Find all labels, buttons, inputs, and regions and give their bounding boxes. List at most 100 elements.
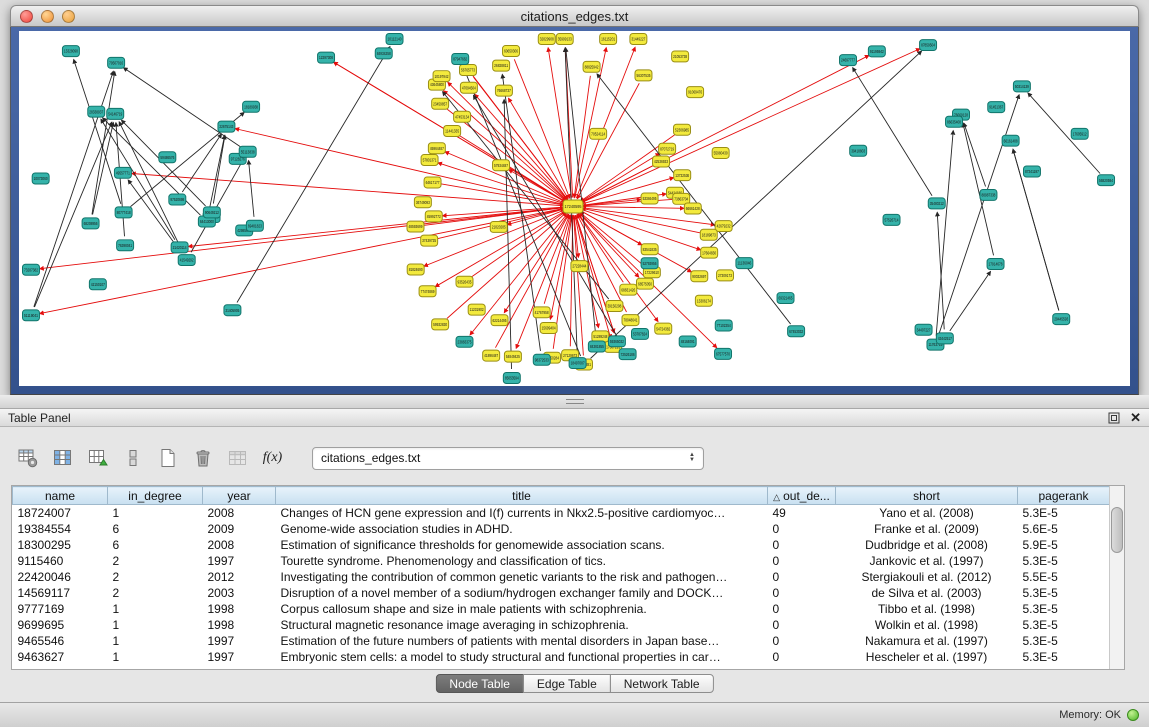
- cell-title: Genome-wide association studies in ADHD.: [276, 521, 768, 537]
- tab-network-table[interactable]: Network Table: [610, 674, 714, 693]
- cell-in_degree: 1: [108, 601, 203, 617]
- cell-pagerank: 5.3E-5: [1018, 633, 1110, 649]
- scrollbar-thumb[interactable]: [1111, 507, 1123, 553]
- cell-in_degree: 2: [108, 569, 203, 585]
- cell-year: 1998: [203, 617, 276, 633]
- memory-status-indicator[interactable]: [1127, 709, 1139, 721]
- zoom-window-button[interactable]: [62, 10, 75, 23]
- svg-text:42679232: 42679232: [717, 224, 731, 229]
- svg-text:18189938: 18189938: [244, 104, 258, 109]
- table-tabs: Node TableEdge TableNetwork Table: [435, 674, 713, 693]
- edit-columns-icon[interactable]: [84, 445, 111, 472]
- svg-text:57801371: 57801371: [423, 158, 437, 163]
- svg-text:86635408: 86635408: [947, 119, 961, 124]
- svg-text:21820285: 21820285: [492, 225, 506, 230]
- function-builder-icon[interactable]: f(x): [259, 445, 286, 472]
- cell-out_de: 0: [768, 601, 836, 617]
- cell-in_degree: 1: [108, 649, 203, 665]
- table-row[interactable]: 1938455462009Genome-wide association stu…: [13, 521, 1110, 537]
- cell-name: 18724007: [13, 505, 108, 521]
- column-icon[interactable]: [119, 445, 146, 472]
- svg-text:11231902: 11231902: [470, 307, 484, 312]
- table-row[interactable]: 969969511998Structural magnetic resonanc…: [13, 617, 1110, 633]
- table-vertical-scrollbar[interactable]: [1109, 486, 1124, 669]
- show-columns-icon[interactable]: [49, 445, 76, 472]
- citation-network-graph: 6221449511231902599328309352643577474869…: [19, 31, 1130, 386]
- svg-text:72526186: 72526186: [621, 352, 635, 357]
- import-table-icon[interactable]: [224, 445, 251, 472]
- svg-text:21420114: 21420114: [173, 245, 187, 250]
- table-row[interactable]: 1872400712008Changes of HCN gene express…: [13, 505, 1110, 521]
- table-row[interactable]: 911546021997Tourette syndrome. Phenomeno…: [13, 553, 1110, 569]
- column-label: name: [45, 489, 75, 503]
- tab-edge-table[interactable]: Edge Table: [523, 674, 611, 693]
- cell-short: Wolkin et al. (1998): [836, 617, 1018, 633]
- table-selector-dropdown[interactable]: citations_edges.txt: [312, 447, 704, 470]
- column-header-pagerank[interactable]: pagerank: [1018, 487, 1110, 505]
- cell-name: 9115460: [13, 553, 108, 569]
- float-panel-icon[interactable]: [1108, 412, 1120, 424]
- column-label: pagerank: [1038, 489, 1088, 503]
- cell-year: 2008: [203, 505, 276, 521]
- table-panel-header: Table Panel: [0, 409, 1149, 427]
- svg-text:67453032: 67453032: [789, 329, 803, 334]
- svg-text:91069476: 91069476: [688, 90, 702, 95]
- cell-out_de: 0: [768, 553, 836, 569]
- minimize-window-button[interactable]: [41, 10, 54, 23]
- window-titlebar[interactable]: citations_edges.txt: [10, 5, 1139, 27]
- svg-text:37439725: 37439725: [422, 238, 436, 243]
- table-row[interactable]: 1456911722003Disruption of a novel membe…: [13, 585, 1110, 601]
- cell-out_de: 0: [768, 569, 836, 585]
- svg-text:67577570: 67577570: [716, 351, 730, 356]
- tab-node-table[interactable]: Node Table: [435, 674, 524, 693]
- column-header-out_de[interactable]: △out_de...: [768, 487, 836, 505]
- cell-title: Estimation of the future numbers of pati…: [276, 633, 768, 649]
- status-bar: Memory: OK: [0, 702, 1149, 727]
- cell-short: Nakamura et al. (1997): [836, 633, 1018, 649]
- panel-splitter[interactable]: [0, 395, 1149, 409]
- svg-text:43645800: 43645800: [430, 82, 444, 87]
- table-mode-icon[interactable]: [14, 445, 41, 472]
- table-row[interactable]: 2242004622012Investigating the contribut…: [13, 569, 1110, 585]
- svg-text:73287382: 73287382: [24, 267, 38, 272]
- svg-text:17240595: 17240595: [565, 204, 582, 209]
- cell-name: 19384554: [13, 521, 108, 537]
- delete-table-icon[interactable]: [189, 445, 216, 472]
- cell-short: Jankovic et al. (1997): [836, 553, 1018, 569]
- svg-text:52306985: 52306985: [675, 127, 689, 132]
- cell-title: Embryonic stem cells: a model to study s…: [276, 649, 768, 665]
- column-header-title[interactable]: title: [276, 487, 768, 505]
- network-canvas[interactable]: 6221449511231902599328309352643577474869…: [19, 31, 1130, 386]
- splitter-grip-icon: [566, 399, 584, 404]
- svg-text:17914678: 17914678: [989, 262, 1003, 267]
- column-header-in_degree[interactable]: in_degree: [108, 487, 203, 505]
- cell-short: Hescheler et al. (1997): [836, 649, 1018, 665]
- cell-title: Estimation of significance thresholds fo…: [276, 537, 768, 553]
- svg-text:28338937: 28338937: [89, 109, 103, 114]
- column-header-name[interactable]: name: [13, 487, 108, 505]
- cell-out_de: 0: [768, 521, 836, 537]
- svg-text:81824690: 81824690: [409, 267, 423, 272]
- new-table-icon[interactable]: [154, 445, 181, 472]
- svg-text:41896487: 41896487: [484, 353, 498, 358]
- svg-text:90032697: 90032697: [692, 274, 706, 279]
- svg-text:47094504: 47094504: [462, 85, 476, 90]
- table-row[interactable]: 946554611997Estimation of the future num…: [13, 633, 1110, 649]
- table-row[interactable]: 1830029562008Estimation of significance …: [13, 537, 1110, 553]
- close-panel-icon[interactable]: [1130, 410, 1141, 426]
- cell-pagerank: 5.3E-5: [1018, 617, 1110, 633]
- cell-out_de: 0: [768, 633, 836, 649]
- column-header-short[interactable]: short: [836, 487, 1018, 505]
- table-row[interactable]: 946362711997Embryonic stem cells: a mode…: [13, 649, 1110, 665]
- svg-text:59365032: 59365032: [610, 339, 624, 344]
- table-row[interactable]: 977716911998Corpus callosum shape and si…: [13, 601, 1110, 617]
- svg-text:91451367: 91451367: [989, 105, 1003, 110]
- svg-text:48164091: 48164091: [681, 339, 695, 344]
- close-window-button[interactable]: [20, 10, 33, 23]
- table-header-row: name in_degreeyeartitle△out_de...short pag…: [13, 487, 1110, 505]
- column-header-year[interactable]: year: [203, 487, 276, 505]
- cell-name: 9463627: [13, 649, 108, 665]
- cell-year: 2008: [203, 537, 276, 553]
- svg-text:42150107: 42150107: [91, 282, 105, 287]
- svg-text:66661428: 66661428: [686, 206, 700, 211]
